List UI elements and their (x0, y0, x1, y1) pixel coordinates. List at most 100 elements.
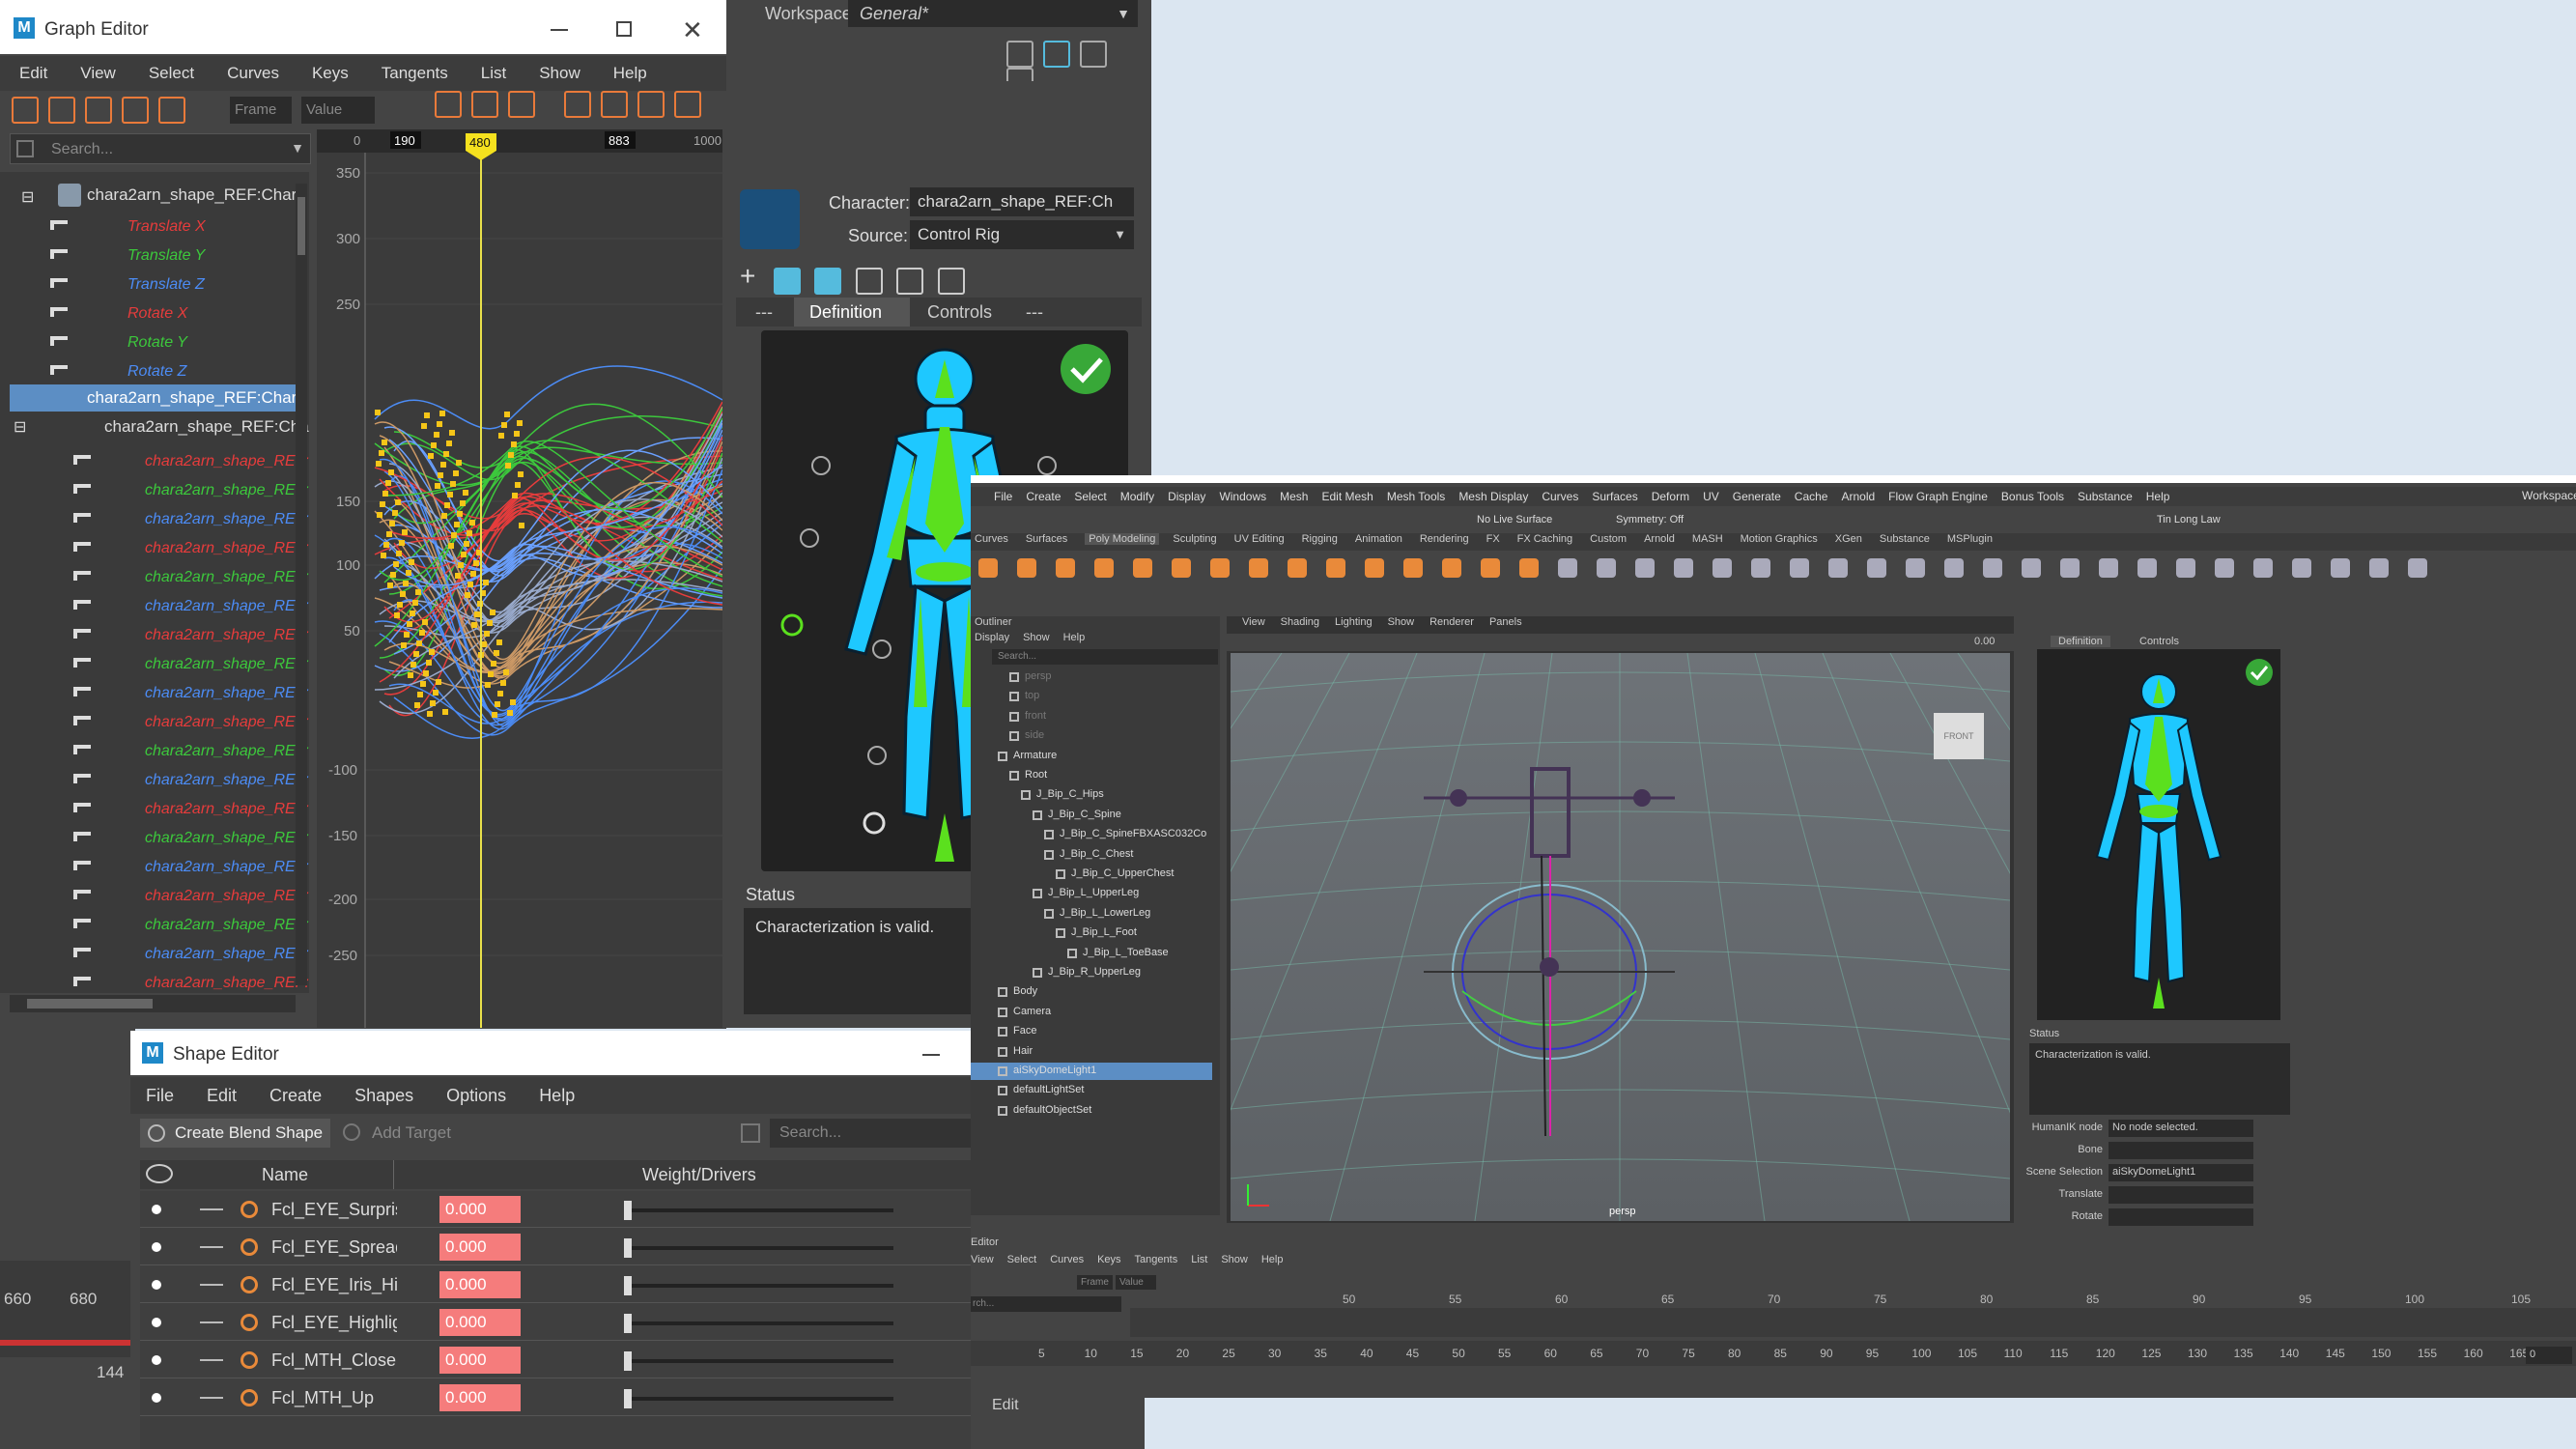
hik-prop-value[interactable] (2109, 1186, 2253, 1204)
shelf-tab[interactable]: Substance (1880, 533, 1930, 545)
sub-channel-row[interactable]: chara2arn_shape_REF:C (0, 795, 309, 824)
outliner-item[interactable]: Face (971, 1023, 1212, 1040)
bottom-ge-menu-item[interactable]: Curves (1050, 1254, 1084, 1265)
keyframe[interactable] (401, 642, 407, 648)
visibility-dot-icon[interactable] (152, 1280, 161, 1290)
keyframe[interactable] (421, 423, 427, 429)
retime-icon[interactable] (158, 97, 185, 124)
keyframe[interactable] (453, 470, 459, 476)
keyframe[interactable] (490, 610, 495, 615)
shelf-tool-icon[interactable] (1094, 558, 1114, 578)
viewport-num[interactable]: 0.00 (1974, 636, 1995, 647)
outliner-menu-item[interactable]: Help (1063, 632, 1086, 643)
key-stats-icon[interactable] (674, 91, 701, 118)
keyframe[interactable] (422, 619, 428, 625)
bottom-ge-menu-item[interactable]: Select (1007, 1254, 1037, 1265)
keyframe[interactable] (426, 660, 432, 666)
se-menu-options[interactable]: Options (446, 1086, 506, 1106)
sub-channel-row[interactable]: chara2arn_shape_REF:C (0, 882, 309, 911)
shelf-tab[interactable]: Curves (975, 533, 1008, 545)
keyframe[interactable] (389, 521, 395, 526)
sub-channel-row[interactable]: chara2arn_shape_REF:C (0, 766, 309, 795)
weight-field[interactable]: 0.000 (439, 1196, 521, 1223)
keyframe[interactable] (484, 631, 490, 637)
maya-menu-item[interactable]: Display (1168, 490, 1205, 503)
viewport-menu-item[interactable]: Renderer (1430, 616, 1474, 628)
shelf-tool-icon[interactable] (1017, 558, 1036, 578)
outliner-item[interactable]: J_Bip_L_UpperLeg (971, 885, 1212, 902)
tab-definition[interactable]: Definition (794, 298, 910, 327)
keyframe[interactable] (410, 611, 415, 616)
maya-menu-item[interactable]: Curves (1542, 490, 1578, 503)
workspace-dropdown[interactable]: General* ▼ (848, 0, 1138, 27)
folder-icon[interactable] (855, 267, 883, 295)
curve-graph-area[interactable]: 0 190 883 1000 350 300 250 150 100 50 -100 -150 -200… (317, 129, 722, 1028)
shelf-tool-icon[interactable] (2369, 558, 2389, 578)
weight-slider[interactable] (624, 1314, 893, 1333)
login-button[interactable]: Tin Long Law (2157, 514, 2221, 526)
shelf-tab[interactable]: UV Editing (1234, 533, 1285, 545)
shelf-tab[interactable]: Rigging (1302, 533, 1338, 545)
keyframe[interactable] (505, 463, 511, 469)
keyframe[interactable] (428, 453, 434, 459)
se-menu-edit[interactable]: Edit (207, 1086, 237, 1106)
keyframe[interactable] (463, 490, 468, 496)
keyframe[interactable] (393, 561, 399, 567)
shelf-tool-icon[interactable] (2408, 558, 2427, 578)
keyframe[interactable] (412, 600, 418, 606)
keyframe[interactable] (491, 661, 496, 667)
sub-channel-row[interactable]: chara2arn_shape_REF:C (0, 940, 309, 969)
time-slider[interactable]: 5 10 15 20 25 30 35 40 45 50 55 60 65 70 75 80 85 90 95 100… (971, 1341, 2576, 1366)
keyframe[interactable] (423, 670, 429, 676)
keyframe[interactable] (442, 709, 448, 715)
shape-row[interactable]: Fcl_EYE_Spread 0.000 (140, 1229, 973, 1265)
viewport-3d[interactable]: FRONT persp (1231, 653, 2010, 1221)
add-target-button[interactable]: Add Target (343, 1123, 451, 1143)
shelf-tab[interactable]: Animation (1355, 533, 1402, 545)
shelf-tool-icon[interactable] (1906, 558, 1925, 578)
outliner-menu-item[interactable]: Display (975, 632, 1009, 643)
maya-menu-item[interactable]: Select (1074, 490, 1106, 503)
character-rig[interactable] (1424, 767, 1675, 1137)
keyframe[interactable] (395, 499, 401, 505)
viewport-menu-item[interactable]: View (1242, 616, 1265, 628)
channel-row[interactable]: Rotate X (0, 299, 290, 328)
bottom-ge-menu-item[interactable]: Help (1261, 1254, 1284, 1265)
keyframe[interactable] (431, 442, 437, 448)
shape-row[interactable]: Fcl_EYE_Surprise 0.000 (140, 1191, 973, 1228)
shelf-tool-icon[interactable] (1249, 558, 1268, 578)
keyframe[interactable] (399, 540, 405, 546)
keyframe[interactable] (394, 612, 400, 618)
outliner-item[interactable]: J_Bip_L_ToeBase (971, 945, 1212, 962)
shelf-tool-icon[interactable] (1519, 558, 1539, 578)
view-cube[interactable]: FRONT (1934, 713, 1984, 759)
visibility-dot-icon[interactable] (152, 1318, 161, 1327)
maya-menu-item[interactable]: Windows (1219, 490, 1266, 503)
tree-expand-icon[interactable]: ⊟ (21, 187, 34, 207)
shelf-tool-icon[interactable] (1056, 558, 1075, 578)
keyframe[interactable] (500, 680, 506, 686)
current-time-marker[interactable]: 480 (466, 133, 496, 160)
shelf-tool-icon[interactable] (2331, 558, 2350, 578)
keyframe[interactable] (429, 649, 435, 655)
outliner-item[interactable]: side (971, 727, 1212, 745)
maya-menu-item[interactable]: Help (2146, 490, 2170, 503)
time-marker[interactable]: 883 (605, 131, 636, 149)
weight-slider[interactable] (624, 1201, 893, 1220)
channel-row[interactable]: Rotate Z (0, 357, 290, 386)
sub-channel-row[interactable]: chara2arn_shape_REF:C (0, 621, 309, 650)
sub-channel-row[interactable]: chara2arn_shape_REF:C (0, 447, 309, 476)
keyframe[interactable] (510, 699, 516, 705)
keyframe[interactable] (436, 679, 441, 685)
keyframe[interactable] (380, 501, 385, 507)
bottom-ge-menu-item[interactable]: Tangents (1135, 1254, 1178, 1265)
keyframe[interactable] (404, 632, 410, 638)
outliner-item[interactable]: J_Bip_C_UpperChest (971, 866, 1212, 883)
keyframe[interactable] (433, 690, 439, 696)
keyframe[interactable] (504, 412, 510, 417)
se-menu-create[interactable]: Create (269, 1086, 322, 1106)
col-weight[interactable]: Weight/Drivers (642, 1165, 756, 1185)
keyframe[interactable] (498, 433, 504, 439)
keyframe[interactable] (519, 523, 524, 528)
bottom-value-field[interactable]: Value (1116, 1275, 1156, 1290)
